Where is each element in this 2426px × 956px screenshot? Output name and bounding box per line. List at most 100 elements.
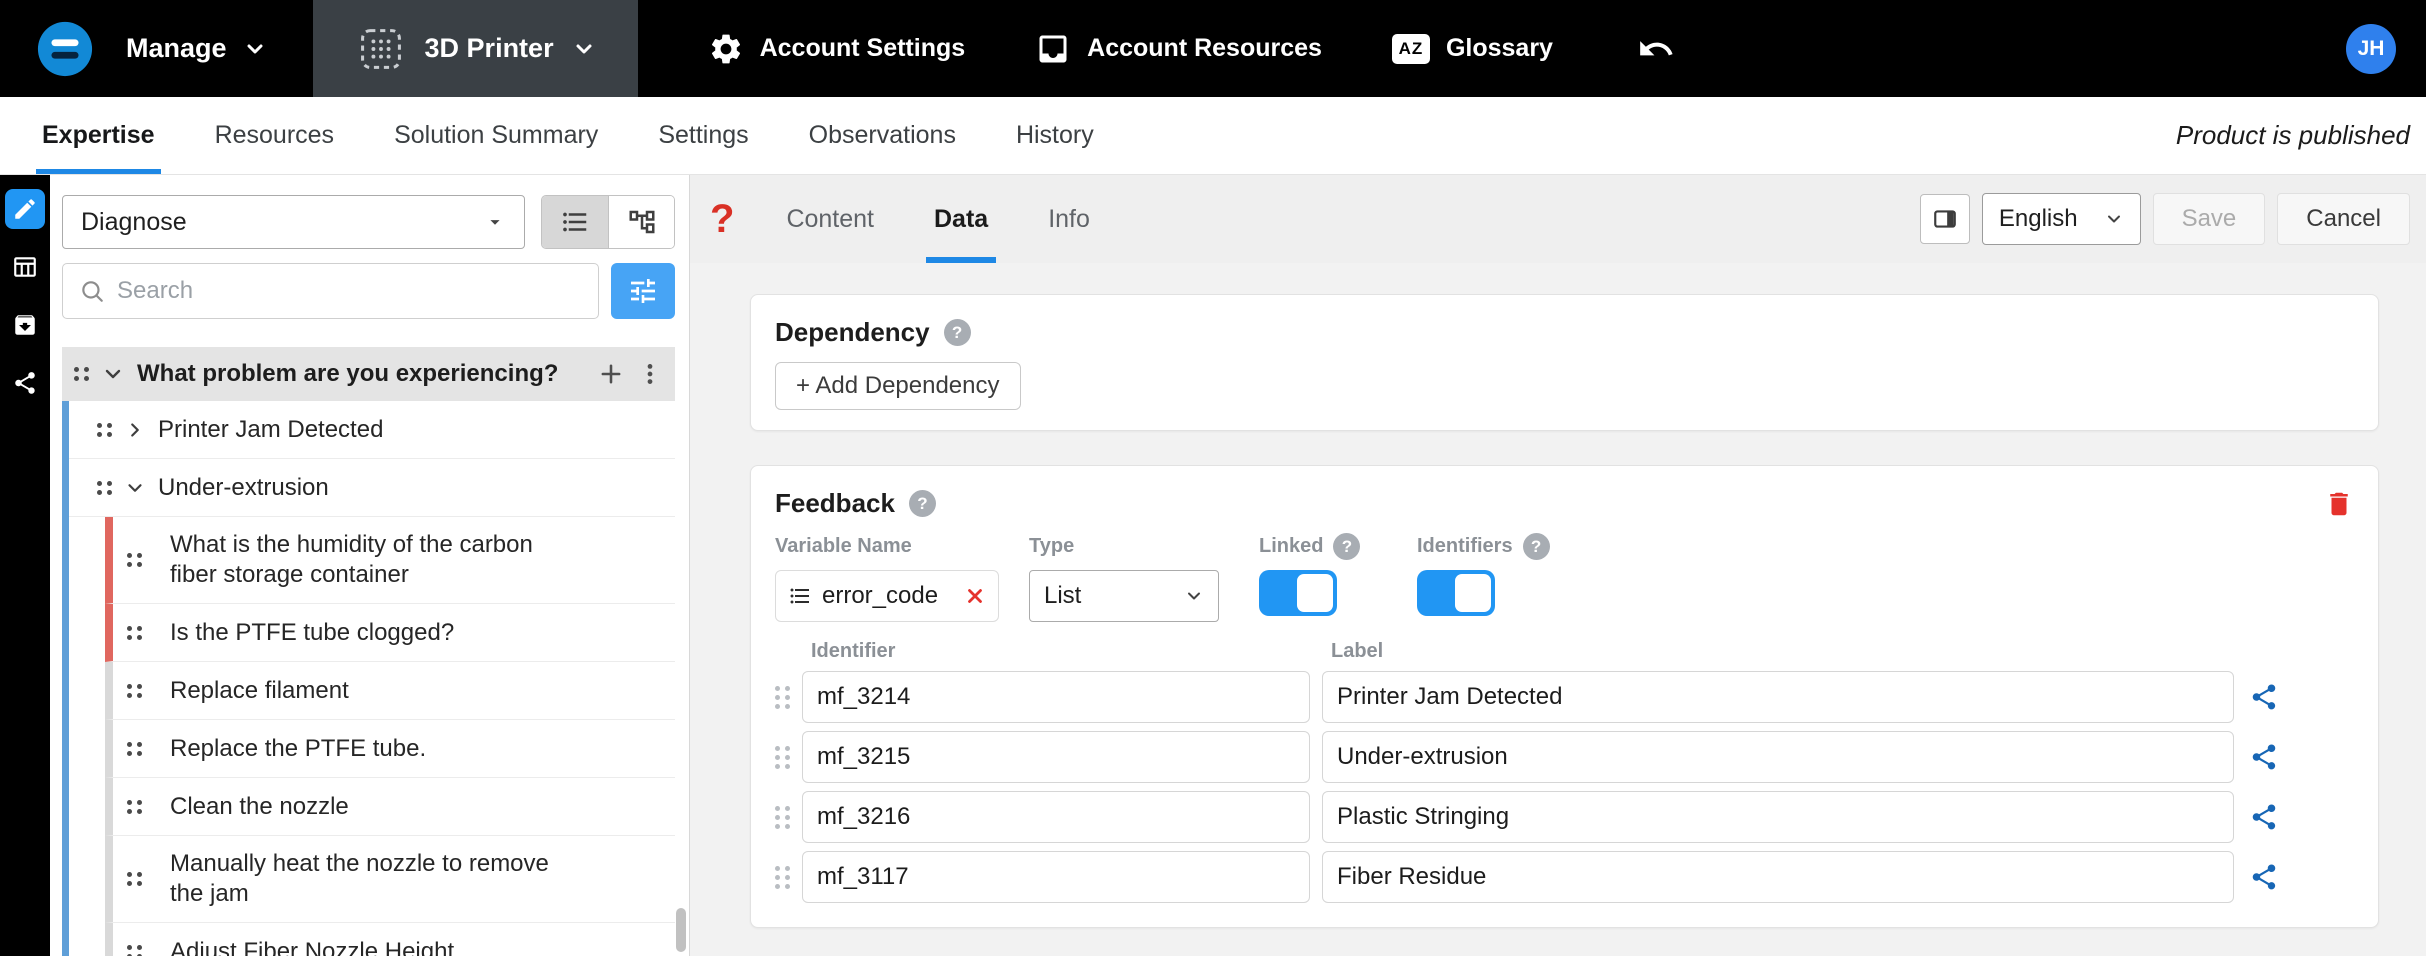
dependency-title: Dependency xyxy=(775,317,930,347)
tree-node-replace-ptfe[interactable]: Replace the PTFE tube. xyxy=(105,720,675,778)
list-view-button[interactable] xyxy=(542,196,608,248)
tree-node-label: Manually heat the nozzle to remove the j… xyxy=(170,850,549,907)
tree-node-printer-jam[interactable]: Printer Jam Detected xyxy=(69,401,675,459)
rail-archive-button[interactable] xyxy=(5,305,45,345)
linked-group: Linked ? xyxy=(1259,533,1417,616)
share-icon[interactable] xyxy=(2246,862,2282,892)
share-icon[interactable] xyxy=(2246,742,2282,772)
save-button[interactable]: Save xyxy=(2152,193,2266,245)
label-input[interactable] xyxy=(1322,731,2234,783)
undo-button[interactable] xyxy=(1637,30,1675,68)
nav-account-settings[interactable]: Account Settings xyxy=(708,31,965,67)
tree-node-adjust-nozzle-height[interactable]: Adjust Fiber Nozzle Height xyxy=(105,923,675,956)
add-dependency-button[interactable]: + Add Dependency xyxy=(775,362,1021,410)
drag-handle-icon[interactable] xyxy=(127,683,142,698)
tab-settings[interactable]: Settings xyxy=(652,97,754,174)
drag-handle-icon[interactable] xyxy=(775,685,790,709)
tree-node-clean-nozzle[interactable]: Clean the nozzle xyxy=(105,778,675,836)
drag-handle-icon[interactable] xyxy=(97,480,112,495)
tree-node-heat-nozzle[interactable]: Manually heat the nozzle to remove the j… xyxy=(105,836,675,923)
label-input[interactable] xyxy=(1322,851,2234,903)
drag-handle-icon[interactable] xyxy=(127,625,142,640)
product-name: 3D Printer xyxy=(424,33,554,63)
tab-observations[interactable]: Observations xyxy=(803,97,962,174)
identifiers-label: Identifiers xyxy=(1417,535,1513,557)
identifier-input[interactable] xyxy=(802,791,1310,843)
delete-feedback-icon[interactable] xyxy=(2324,489,2354,519)
identifier-input[interactable] xyxy=(802,731,1310,783)
nav-account-resources[interactable]: Account Resources xyxy=(1035,31,1322,67)
label-input[interactable] xyxy=(1322,791,2234,843)
tree-root-row[interactable]: What problem are you experiencing? xyxy=(62,347,675,401)
drag-handle-icon[interactable] xyxy=(127,553,142,567)
tree-scrollbar-thumb[interactable] xyxy=(676,908,686,952)
tab-resources[interactable]: Resources xyxy=(209,97,341,174)
feedback-title: Feedback xyxy=(775,488,895,518)
rail-share-button[interactable] xyxy=(5,363,45,403)
tree-node-replace-filament[interactable]: Replace filament xyxy=(105,662,675,720)
panel-toggle-button[interactable] xyxy=(1919,194,1970,244)
rail-table-button[interactable] xyxy=(5,247,45,287)
chevron-down-icon xyxy=(243,37,267,61)
label-input[interactable] xyxy=(1322,671,2234,723)
mode-select[interactable]: Diagnose xyxy=(62,195,525,249)
help-icon[interactable]: ? xyxy=(710,199,734,239)
nav-label: Glossary xyxy=(1445,34,1553,62)
tree-node-ptfe-question[interactable]: Is the PTFE tube clogged? xyxy=(105,604,675,662)
editor-tab-info[interactable]: Info xyxy=(1040,175,1098,263)
tab-solution-summary[interactable]: Solution Summary xyxy=(388,97,604,174)
table-icon xyxy=(12,254,38,280)
nav-glossary[interactable]: AZ Glossary xyxy=(1391,33,1553,64)
drag-handle-icon[interactable] xyxy=(97,422,112,437)
chevron-down-icon[interactable] xyxy=(101,362,125,386)
clear-variable-icon[interactable] xyxy=(964,585,986,607)
variable-name-field[interactable]: error_code xyxy=(775,570,999,622)
linked-toggle[interactable] xyxy=(1259,570,1337,616)
app-logo[interactable] xyxy=(36,20,94,78)
language-select[interactable]: English xyxy=(1981,193,2141,245)
variable-name-group: Variable Name error_code xyxy=(775,533,999,622)
type-select[interactable]: List xyxy=(1029,570,1219,622)
chevron-down-icon[interactable] xyxy=(124,477,146,499)
help-circle-icon[interactable]: ? xyxy=(908,490,936,517)
drag-handle-icon[interactable] xyxy=(127,741,142,756)
help-circle-icon[interactable]: ? xyxy=(1333,533,1361,560)
drag-handle-icon[interactable] xyxy=(775,745,790,769)
drag-handle-icon[interactable] xyxy=(127,872,142,886)
manage-menu[interactable]: Manage xyxy=(126,33,267,64)
help-circle-icon[interactable]: ? xyxy=(943,319,971,346)
tree-view-button[interactable] xyxy=(608,196,674,248)
search-input[interactable] xyxy=(117,277,582,305)
tree-view-icon xyxy=(627,207,657,237)
drag-handle-icon[interactable] xyxy=(775,865,790,889)
editor-tab-content[interactable]: Content xyxy=(778,175,882,263)
share-icon[interactable] xyxy=(2246,682,2282,712)
tree-node-label: Is the PTFE tube clogged? xyxy=(170,618,455,646)
editor-tab-data[interactable]: Data xyxy=(926,175,997,263)
identifier-input[interactable] xyxy=(802,851,1310,903)
tree-node-under-extrusion[interactable]: Under-extrusion xyxy=(69,459,675,517)
tab-expertise[interactable]: Expertise xyxy=(36,97,161,174)
drag-handle-icon[interactable] xyxy=(127,799,142,814)
rail-edit-button[interactable] xyxy=(5,189,45,229)
product-switcher[interactable]: 3D Printer xyxy=(312,0,638,97)
drag-handle-icon[interactable] xyxy=(775,805,790,829)
filter-button[interactable] xyxy=(611,263,675,319)
help-circle-icon[interactable]: ? xyxy=(1522,533,1550,560)
share-icon xyxy=(12,370,38,396)
cancel-button[interactable]: Cancel xyxy=(2277,193,2410,245)
avatar[interactable]: JH xyxy=(2346,23,2396,74)
drag-handle-icon[interactable] xyxy=(74,367,89,381)
share-icon[interactable] xyxy=(2246,802,2282,832)
tree-node-humidity-question[interactable]: What is the humidity of the carbon fiber… xyxy=(105,517,675,604)
chevron-right-icon[interactable] xyxy=(124,419,146,441)
more-options-icon[interactable] xyxy=(637,361,663,387)
tree-panel: Diagnose Search What problem are you exp… xyxy=(50,175,690,956)
identifier-input[interactable] xyxy=(802,671,1310,723)
chevron-down-icon xyxy=(1184,586,1204,606)
drag-handle-icon[interactable] xyxy=(127,944,142,956)
tab-history[interactable]: History xyxy=(1010,97,1100,174)
editor-content: Dependency ? + Add Dependency Feedback ?… xyxy=(690,263,2426,956)
identifiers-toggle[interactable] xyxy=(1417,570,1495,616)
add-node-icon[interactable] xyxy=(597,360,625,388)
